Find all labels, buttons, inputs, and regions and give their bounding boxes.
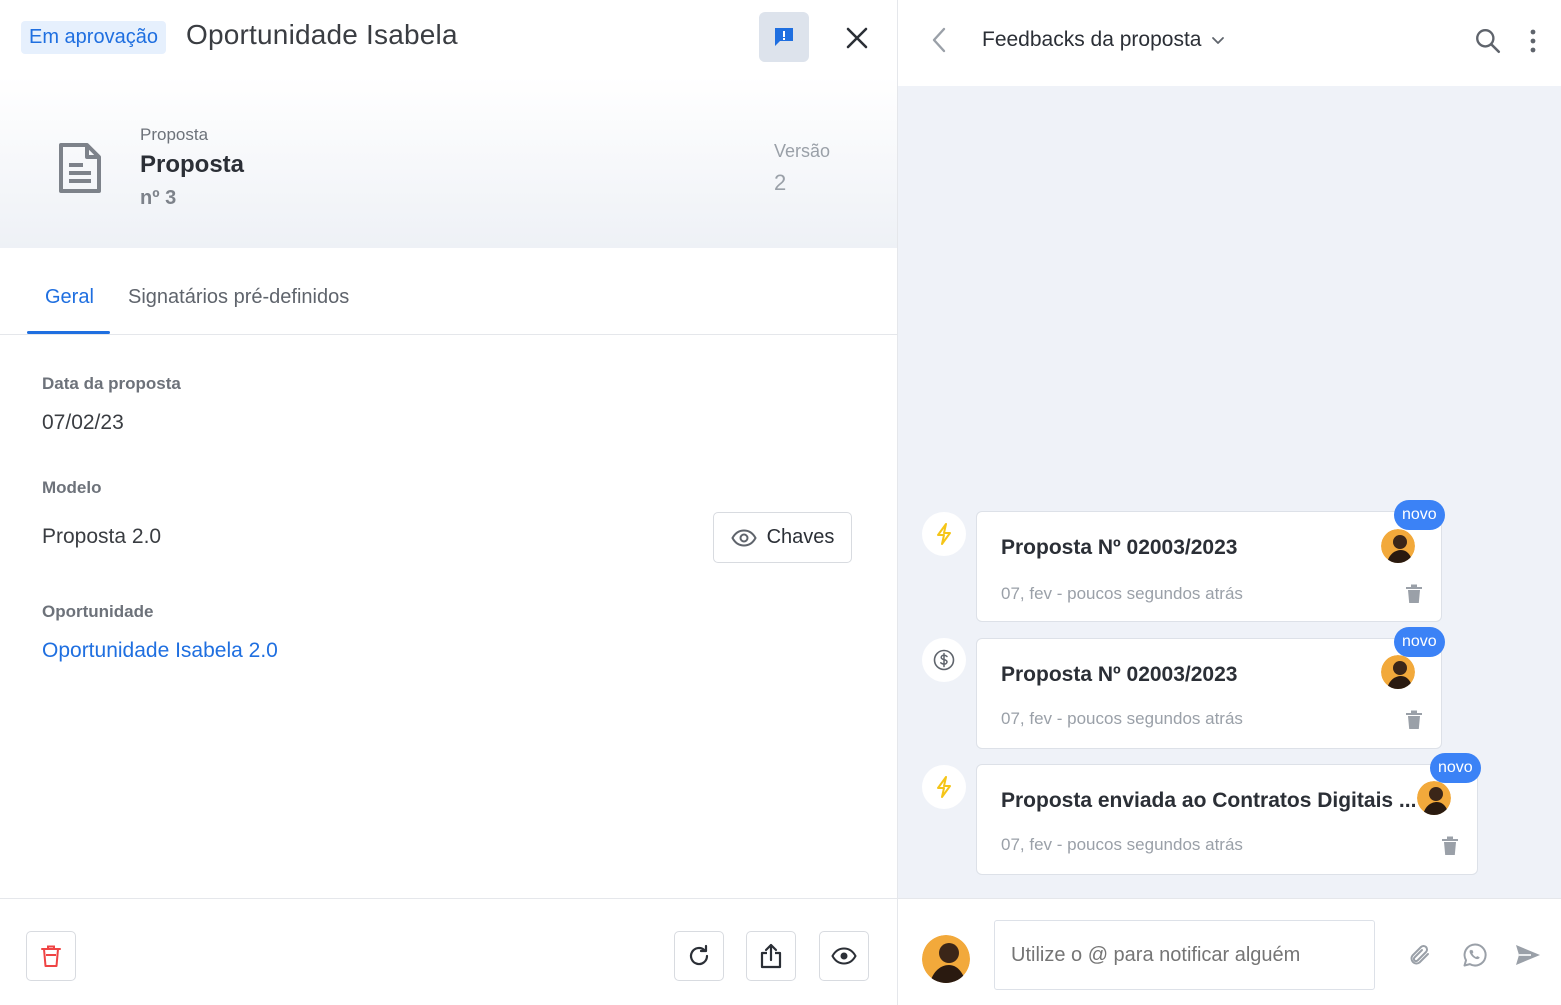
opportunity-label: Oportunidade — [42, 602, 154, 621]
keys-button-label: Chaves — [766, 526, 835, 548]
message-composer — [898, 898, 1561, 1005]
search-icon[interactable] — [1474, 27, 1502, 55]
date-label: Data da proposta — [42, 374, 181, 393]
feed-item[interactable]: Proposta Nº 02003/2023 07, fev - poucos … — [976, 638, 1442, 749]
trash-icon[interactable] — [1441, 836, 1459, 856]
send-button[interactable] — [1514, 941, 1542, 969]
feed-item-title: Proposta Nº 02003/2023 — [1001, 663, 1238, 686]
preview-button[interactable] — [819, 931, 869, 981]
message-input[interactable] — [994, 920, 1375, 990]
feed-type-badge — [922, 512, 966, 556]
feedback-alert-icon — [775, 28, 793, 46]
feedback-title: Feedbacks da proposta — [982, 28, 1202, 51]
chevron-down-icon — [1212, 36, 1225, 44]
document-icon — [59, 143, 101, 193]
new-badge: novo — [1430, 753, 1481, 783]
feedback-title-dropdown[interactable]: Feedbacks da proposta — [982, 28, 1225, 52]
refresh-button[interactable] — [674, 931, 724, 981]
new-badge: novo — [1394, 500, 1445, 530]
status-badge: Em aprovação — [21, 21, 166, 54]
paperclip-icon — [1410, 944, 1429, 965]
avatar — [1417, 781, 1451, 815]
share-icon — [760, 943, 782, 969]
tab-bar: Geral Signatários pré-definidos — [0, 248, 897, 335]
tab-signatarios[interactable]: Signatários pré-definidos — [128, 286, 349, 309]
panel-footer — [0, 898, 897, 1005]
back-button[interactable] — [924, 25, 954, 55]
avatar — [922, 935, 970, 983]
dollar-icon — [933, 649, 955, 671]
more-vertical-icon[interactable] — [1522, 27, 1544, 55]
lightning-icon — [937, 776, 951, 798]
trash-icon[interactable] — [1405, 710, 1423, 730]
keys-button[interactable]: Chaves — [713, 512, 852, 563]
send-icon — [1516, 945, 1540, 965]
whatsapp-button[interactable] — [1461, 941, 1489, 969]
feed-item-meta: 07, fev - poucos segundos atrás — [1001, 709, 1243, 728]
feed-type-badge — [922, 638, 966, 682]
feed-item-title: Proposta enviada ao Contratos Digitais .… — [1001, 789, 1417, 812]
opportunity-link[interactable]: Oportunidade Isabela 2.0 — [42, 639, 278, 663]
feed-type-badge — [922, 765, 966, 809]
proposal-panel: Em aprovação Oportunidade Isabela Propos… — [0, 0, 897, 1005]
eye-icon — [831, 947, 857, 965]
feedback-panel: Feedbacks da proposta Proposta Nº 02003/… — [897, 0, 1561, 1005]
refresh-icon — [689, 944, 709, 966]
trash-icon — [41, 945, 61, 967]
chevron-left-icon — [932, 27, 946, 53]
document-number: nº 3 — [140, 187, 177, 209]
feed-item[interactable]: Proposta enviada ao Contratos Digitais .… — [976, 764, 1478, 875]
feed-item-title: Proposta Nº 02003/2023 — [1001, 536, 1238, 559]
feed-item-meta: 07, fev - poucos segundos atrás — [1001, 835, 1243, 854]
model-label: Modelo — [42, 478, 102, 497]
feedback-list: Proposta Nº 02003/2023 07, fev - poucos … — [898, 86, 1561, 898]
document-summary: Proposta Proposta nº 3 Versão 2 — [0, 76, 897, 248]
new-badge: novo — [1394, 627, 1445, 657]
attach-button[interactable] — [1407, 941, 1435, 969]
whatsapp-icon — [1463, 943, 1487, 967]
close-button[interactable] — [836, 17, 878, 59]
feedback-header: Feedbacks da proposta — [898, 0, 1561, 86]
delete-button[interactable] — [26, 931, 76, 981]
trash-icon[interactable] — [1405, 584, 1423, 604]
share-button[interactable] — [746, 931, 796, 981]
version-value: 2 — [774, 170, 787, 195]
panel-header: Em aprovação Oportunidade Isabela — [0, 0, 897, 76]
eye-icon — [730, 528, 757, 547]
lightning-icon — [937, 523, 951, 545]
avatar — [1381, 529, 1415, 563]
active-tab-indicator — [27, 331, 110, 334]
feed-item[interactable]: Proposta Nº 02003/2023 07, fev - poucos … — [976, 511, 1442, 622]
version-label: Versão — [774, 141, 831, 161]
tab-geral[interactable]: Geral — [45, 286, 94, 309]
document-name: Proposta — [140, 151, 245, 178]
feedback-button[interactable] — [759, 12, 809, 62]
close-icon — [846, 27, 868, 49]
date-value: 07/02/23 — [42, 411, 124, 434]
avatar — [1381, 655, 1415, 689]
document-kind: Proposta — [140, 125, 209, 144]
page-title: Oportunidade Isabela — [186, 19, 458, 50]
model-value: Proposta 2.0 — [42, 525, 162, 548]
feed-item-meta: 07, fev - poucos segundos atrás — [1001, 584, 1243, 603]
